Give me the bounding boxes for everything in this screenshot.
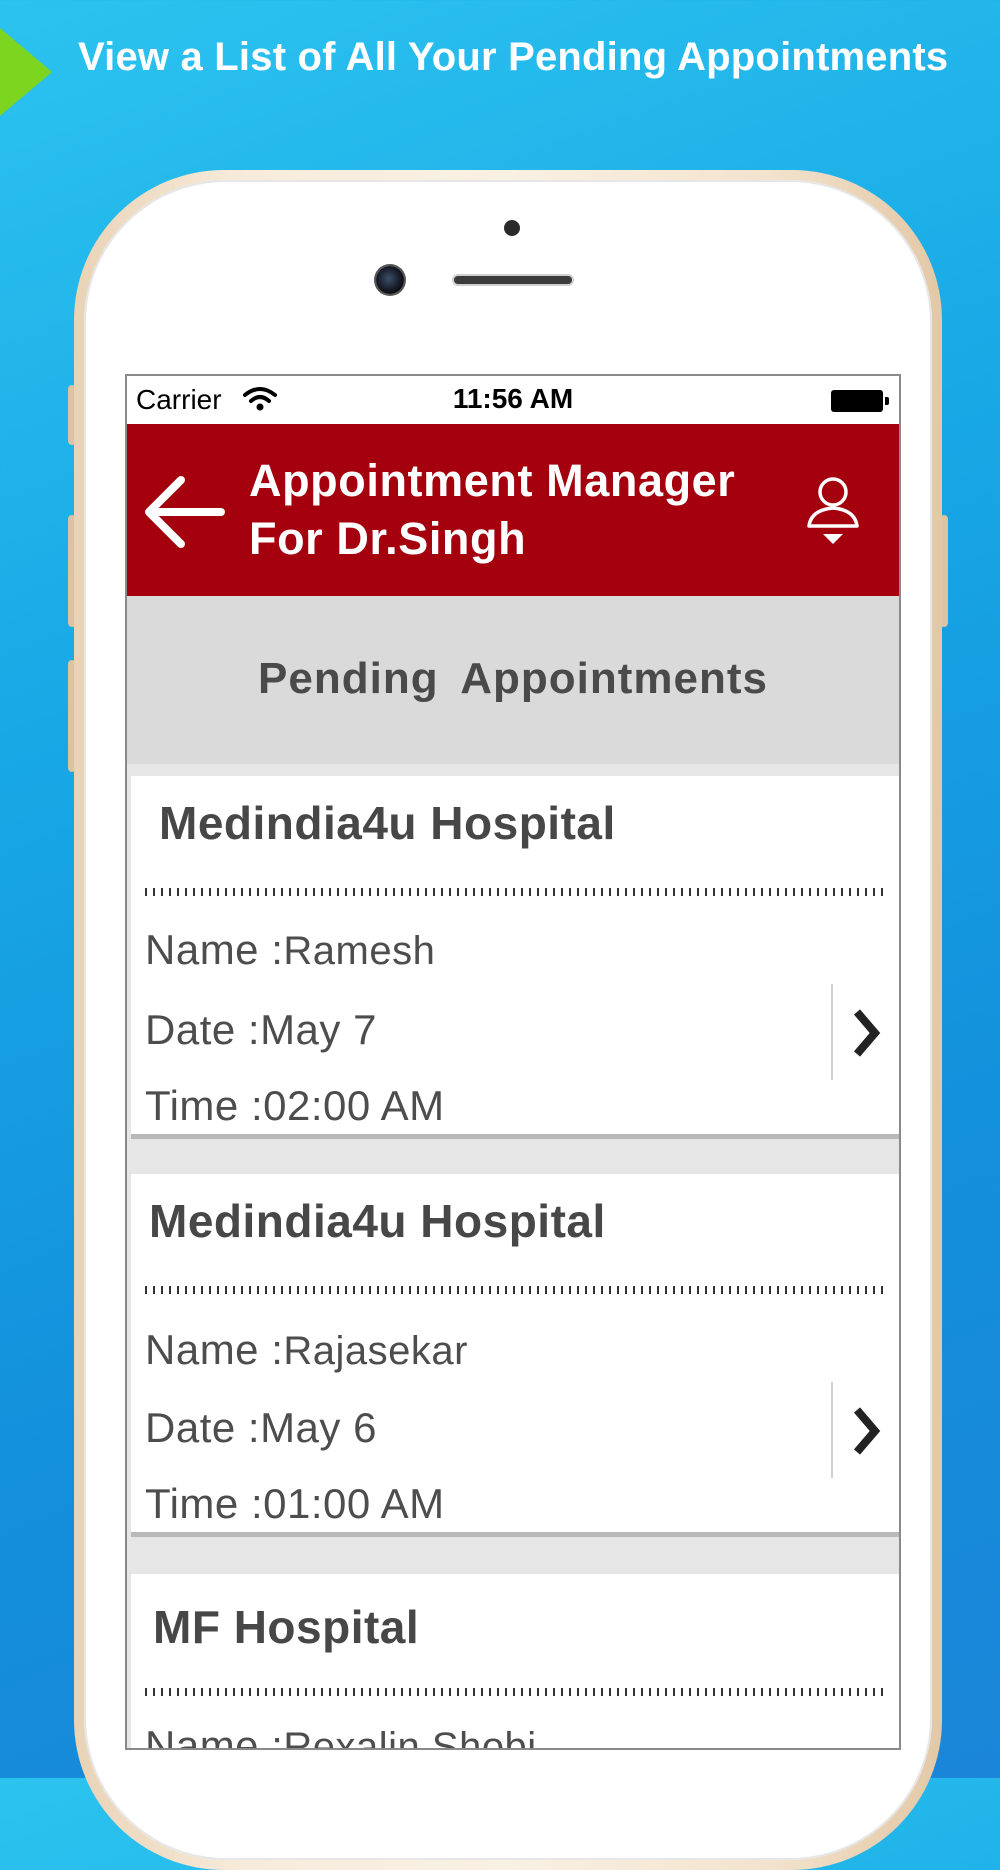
section-title: Pending Appointments xyxy=(258,654,768,703)
battery-icon xyxy=(831,390,889,412)
name-label: Name : xyxy=(145,1326,284,1373)
time-row: Time :01:00 AM xyxy=(145,1480,445,1528)
patient-name-row: Name :Rexalin Shobi xyxy=(145,1722,537,1750)
play-arrow-icon xyxy=(0,28,52,116)
appointment-card[interactable]: Medindia4u Hospital Name :Rajasekar Date… xyxy=(131,1174,899,1537)
promo-banner: View a List of All Your Pending Appointm… xyxy=(0,22,1000,132)
dotted-divider xyxy=(145,1688,885,1696)
patient-name: Rexalin Shobi xyxy=(283,1725,537,1750)
app-title-line1: Appointment Manager xyxy=(249,455,736,506)
chevron-right-icon[interactable] xyxy=(851,1008,881,1058)
hospital-name: Medindia4u Hospital xyxy=(159,797,616,849)
section-header: Pending Appointments xyxy=(127,596,899,764)
patient-name-row: Name :Ramesh xyxy=(145,926,435,974)
clock: 11:56 AM xyxy=(452,383,574,414)
patient-name-row: Name :Rajasekar xyxy=(145,1326,468,1374)
earpiece-speaker xyxy=(454,276,572,284)
date-label: Date : xyxy=(145,1404,261,1451)
app-title: Appointment Manager For Dr.Singh xyxy=(249,452,809,568)
appointment-date: May 7 xyxy=(260,1006,377,1053)
hospital-name: MF Hospital xyxy=(153,1601,420,1653)
chevron-right-icon[interactable] xyxy=(851,1406,881,1456)
appointment-date: May 6 xyxy=(260,1404,377,1451)
status-bar: Carrier 11:56 AM xyxy=(127,376,899,424)
appointment-time: 02:00 AM xyxy=(263,1082,445,1129)
name-label: Name : xyxy=(145,926,284,973)
appointment-time: 01:00 AM xyxy=(263,1480,445,1527)
name-label: Name : xyxy=(145,1722,284,1750)
hospital-name: Medindia4u Hospital xyxy=(149,1195,606,1247)
chevron-separator xyxy=(831,1382,833,1478)
app-bar: Appointment Manager For Dr.Singh xyxy=(127,424,899,596)
patient-name: Ramesh xyxy=(283,929,436,973)
date-row: Date :May 7 xyxy=(145,1006,377,1054)
time-label: Time : xyxy=(145,1480,264,1527)
date-label: Date : xyxy=(145,1006,261,1053)
time-row: Time :02:00 AM xyxy=(145,1082,445,1130)
app-title-line2: For Dr.Singh xyxy=(249,513,527,564)
doctor-profile-icon[interactable] xyxy=(803,472,863,546)
time-label: Time : xyxy=(145,1082,264,1129)
banner-caption: View a List of All Your Pending Appointm… xyxy=(78,35,949,79)
dotted-divider xyxy=(145,1286,885,1294)
dotted-divider xyxy=(145,888,885,896)
appointment-card[interactable]: Medindia4u Hospital Name :Ramesh Date :M… xyxy=(131,776,899,1139)
chevron-separator xyxy=(831,984,833,1080)
patient-name: Rajasekar xyxy=(283,1329,468,1373)
appointment-card[interactable]: MF Hospital Name :Rexalin Shobi xyxy=(131,1574,899,1750)
front-camera-icon xyxy=(376,266,404,294)
proximity-sensor xyxy=(504,220,520,236)
date-row: Date :May 6 xyxy=(145,1404,377,1452)
back-arrow-icon[interactable] xyxy=(141,472,227,552)
app-screen: Carrier 11:56 AM Appointment Manager For… xyxy=(125,374,901,1750)
